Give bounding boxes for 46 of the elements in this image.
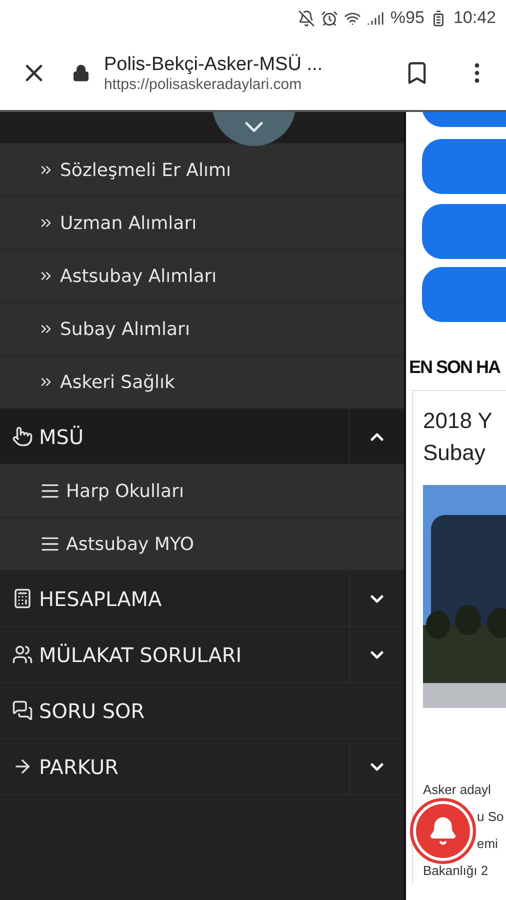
submenu-item[interactable]: Subay Alımları [0,303,404,356]
article-excerpt: emi [477,835,498,853]
article-excerpt: Bakanlığı 2 [423,862,488,880]
menu-item-label: HESAPLAMA [39,586,162,610]
menu-item-label: PARKUR [39,754,118,778]
submenu-item-label: Uzman Alımları [60,212,197,234]
alarm-icon [321,10,338,26]
pointing-hand-icon [12,426,33,447]
menu-item-label: MÜLAKAT SORULARI [39,642,242,666]
submenu-item-label: Askeri Sağlık [60,372,175,392]
page-title: Polis-Bekçi-Asker-MSÜ ... [104,54,324,76]
button[interactable] [422,139,506,194]
submenu-item-label: Astsubay Alımları [60,266,217,286]
button[interactable] [422,204,506,259]
submenu-item[interactable]: Askeri Sağlık [0,356,404,409]
chat-bubbles-icon [12,700,33,721]
submenu-item-label: Subay Alımları [60,318,190,340]
submenu-item[interactable]: Uzman Alımları [0,197,404,250]
bell-icon [428,816,458,846]
article-excerpt: u So [477,808,504,826]
lock-icon [72,64,90,82]
article-title: Subay [423,439,486,467]
battery-level: %95 [390,8,424,28]
signal-icon [367,10,384,26]
users-icon [12,644,33,665]
page-url: https://polisaskeradaylari.com [104,76,303,92]
button[interactable] [422,267,506,322]
submenu-item-label: Sözleşmeli Er Alımı [60,160,232,180]
submenu-item[interactable]: Astsubay MYO [0,518,404,571]
menu-item-label: MSÜ [39,424,84,448]
menu-item[interactable]: HESAPLAMA [0,571,404,627]
article-title: 2018 Y [423,407,492,435]
submenu-item[interactable]: Harp Okulları [0,465,404,518]
calculator-icon [12,588,33,609]
section-heading: EN SON HA [409,356,500,378]
menu-item[interactable]: MSÜ [0,409,404,465]
menu-item[interactable]: MÜLAKAT SORULARI [0,627,404,683]
article-excerpt: Asker adayl [423,781,491,799]
menu-item-label: SORU SOR [39,698,145,722]
submenu-item-label: Harp Okulları [66,480,184,502]
submenu-item[interactable]: Astsubay Alımları [0,250,404,303]
mute-icon [298,10,316,26]
menu-item[interactable]: PARKUR [0,739,404,795]
clock: 10:42 [453,8,496,28]
submenu-item[interactable]: Sözleşmeli Er Alımı [0,144,404,197]
submenu-item-label: Astsubay MYO [66,534,194,554]
